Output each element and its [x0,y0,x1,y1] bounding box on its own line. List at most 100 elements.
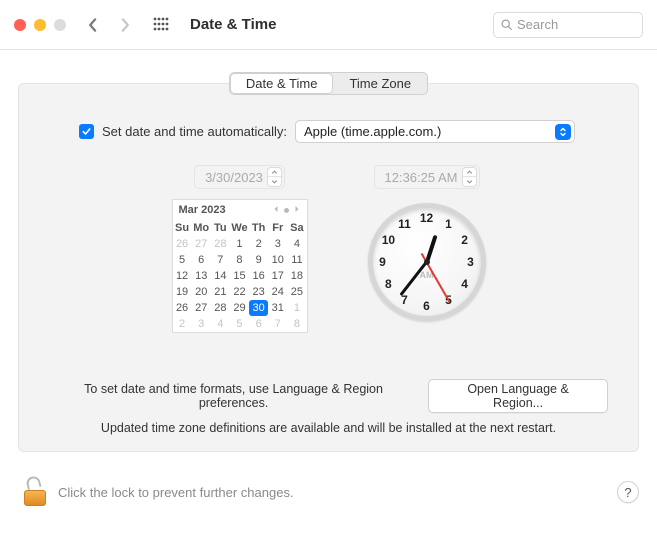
calendar-day: 11 [287,252,306,268]
calendar-day: 3 [268,236,287,252]
clock-minute-hand [399,261,427,296]
calendar-today-button [284,208,289,213]
calendar-day: 3 [192,316,211,332]
chevron-down-icon [271,178,278,185]
calendar-day: 26 [173,236,192,252]
time-step-down [463,177,476,186]
clock-numeral: 1 [441,217,457,231]
calendar-day: 27 [192,300,211,316]
forward-button [114,14,136,36]
calendar-day: 12 [173,268,192,284]
calendar-day-header: We [230,220,249,236]
calendar-day: 26 [173,300,192,316]
checkmark-icon [81,126,92,137]
clock-numeral: 9 [375,255,391,269]
date-step-up [268,168,281,177]
calendar-day: 19 [173,284,192,300]
clock-numeral: 12 [419,211,435,225]
clock-numeral: 6 [419,299,435,313]
time-server-value: Apple (time.apple.com.) [304,124,441,139]
calendar-day: 14 [211,268,230,284]
calendar-day: 5 [230,316,249,332]
clock-numeral: 10 [380,233,396,247]
calendar-day: 7 [268,316,287,332]
calendar-day: 21 [211,284,230,300]
back-button[interactable] [82,14,104,36]
calendar-day: 4 [211,316,230,332]
chevron-up-icon [271,169,278,176]
auto-set-checkbox[interactable] [79,124,94,139]
calendar-day: 22 [230,284,249,300]
calendar-day: 29 [230,300,249,316]
calendar-day: 23 [249,284,268,300]
clock-numeral: 4 [457,277,473,291]
show-all-prefs-button[interactable] [150,14,172,36]
calendar: Mar 2023 SuMoTuWeThFrSa26272812345678910… [172,199,308,333]
calendar-day-header: Mo [192,220,211,236]
lock-open-icon [25,475,41,490]
search-field[interactable] [493,12,643,38]
calendar-prev-button [272,204,280,216]
time-step-up [463,168,476,177]
calendar-day: 28 [211,300,230,316]
calendar-day: 20 [192,284,211,300]
clock-center [424,259,430,265]
calendar-day: 24 [268,284,287,300]
toolbar: Date & Time [0,0,657,50]
date-value: 3/30/2023 [205,170,263,185]
calendar-day: 6 [249,316,268,332]
calendar-day: 30 [249,300,268,316]
clock-numeral: 8 [380,277,396,291]
select-caret [555,124,571,140]
search-icon [500,18,513,31]
time-server-select[interactable]: Apple (time.apple.com.) [295,120,575,143]
calendar-day-header: Su [173,220,192,236]
lock-button[interactable] [24,478,46,506]
zoom-window-button [54,19,66,31]
calendar-title: Mar 2023 [179,204,226,216]
calendar-day: 31 [268,300,287,316]
calendar-day: 6 [192,252,211,268]
calendar-day: 15 [230,268,249,284]
time-stepper [462,167,477,187]
preferences-panel: Set date and time automatically: Apple (… [18,83,639,452]
close-window-button[interactable] [14,19,26,31]
calendar-day-header: Fr [268,220,287,236]
page-title: Date & Time [190,16,276,33]
open-language-region-button[interactable]: Open Language & Region... [428,379,608,413]
calendar-day: 28 [211,236,230,252]
calendar-next-button [293,204,301,216]
date-stepper-field: 3/30/2023 [194,165,285,189]
time-value: 12:36:25 AM [385,170,458,185]
clock-numeral: 11 [397,217,413,231]
search-input[interactable] [517,17,636,32]
clock-numeral: 3 [463,255,479,269]
calendar-day: 9 [249,252,268,268]
triangle-right-icon [293,205,301,213]
calendar-day-header: Th [249,220,268,236]
help-button[interactable]: ? [617,481,639,503]
time-stepper-field: 12:36:25 AM [374,165,480,189]
window-controls [14,19,66,31]
chevron-up-icon [466,169,473,176]
calendar-day: 10 [268,252,287,268]
calendar-day: 1 [287,300,306,316]
calendar-day: 1 [230,236,249,252]
calendar-day: 13 [192,268,211,284]
calendar-day: 8 [230,252,249,268]
tab-time-zone[interactable]: Time Zone [333,73,427,94]
tab-date-time[interactable]: Date & Time [230,73,334,94]
calendar-day-header: Tu [211,220,230,236]
date-step-down [268,177,281,186]
minimize-window-button[interactable] [34,19,46,31]
calendar-day: 4 [287,236,306,252]
lock-hint-text: Click the lock to prevent further change… [58,485,605,500]
date-stepper [267,167,282,187]
chevron-left-icon [86,18,100,32]
format-hint-text: To set date and time formats, use Langua… [49,382,418,410]
chevron-right-icon [118,18,132,32]
calendar-day: 8 [287,316,306,332]
calendar-day: 25 [287,284,306,300]
calendar-day: 27 [192,236,211,252]
calendar-day: 18 [287,268,306,284]
